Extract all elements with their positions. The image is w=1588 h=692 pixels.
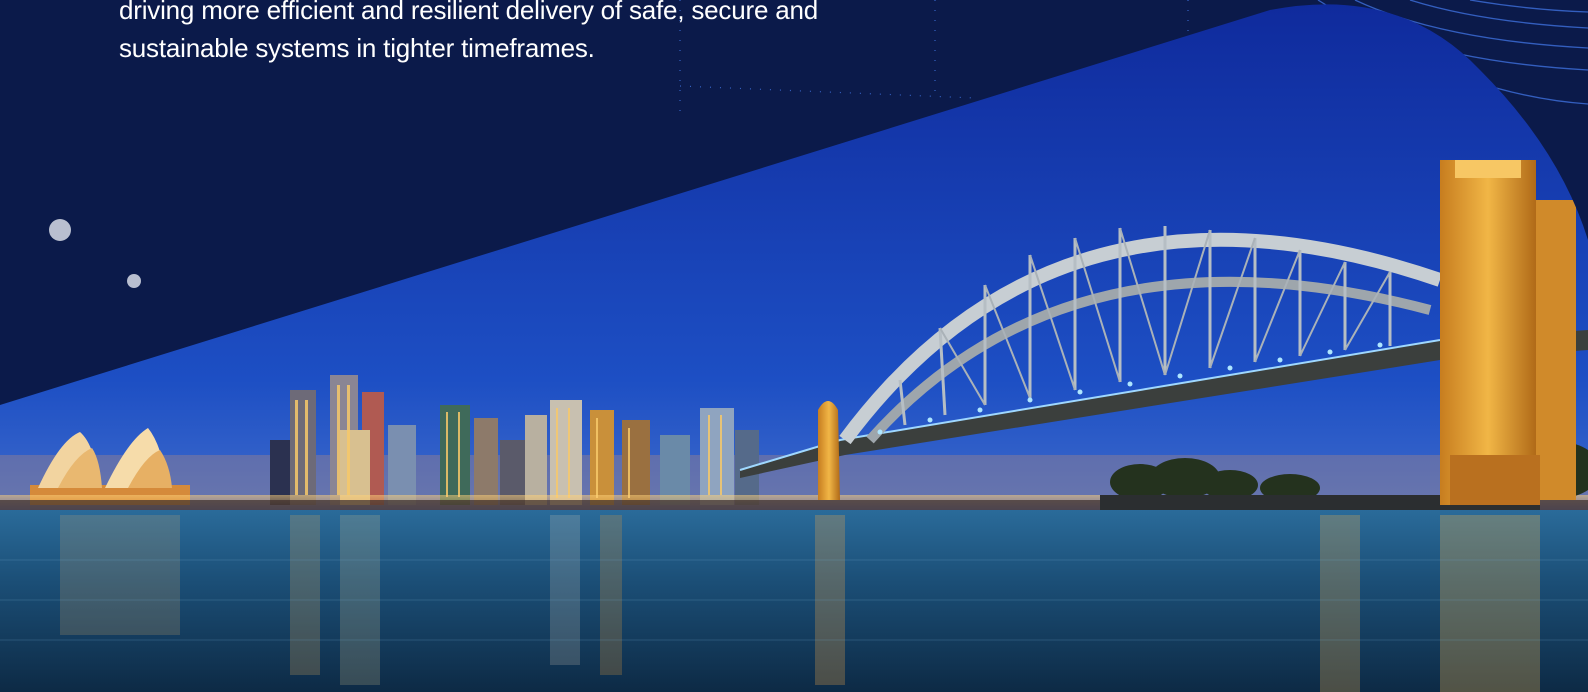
hero-banner: driving more efficient and resilient del… <box>0 0 1588 692</box>
harbour-scene <box>0 0 1588 692</box>
bridge-pylon <box>1440 160 1536 505</box>
decorative-dot-small <box>127 274 141 288</box>
intro-paragraph: driving more efficient and resilient del… <box>119 0 879 67</box>
decorative-dot-large <box>49 219 71 241</box>
intro-line-1: driving more efficient and resilient del… <box>119 0 819 25</box>
intro-line-2: sustainable systems in tighter timeframe… <box>119 33 595 63</box>
